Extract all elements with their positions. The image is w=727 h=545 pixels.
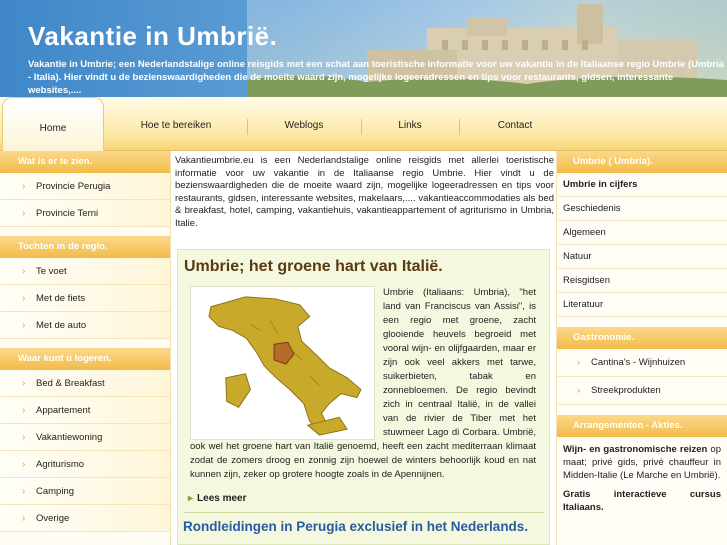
sidebar-item-label: Camping [36, 486, 75, 497]
sidebar-item-label: Met de auto [36, 320, 87, 331]
sidebar-heading-gastronomie: Gastronomie. [557, 327, 727, 349]
sidebar-item-cantinas[interactable]: › Cantina's - Wijnhuizen [557, 349, 727, 377]
read-more-link[interactable]: ▸ Lees meer [188, 493, 247, 504]
intro-text: Vakantieumbrie.eu is een Nederlandstalig… [175, 155, 554, 229]
sidebar-item-label: Overige [36, 513, 70, 524]
sidebar-item-label: Bed & Breakfast [36, 378, 105, 389]
sidebar-item-label: Provincie Terni [36, 208, 99, 219]
arrangement-text[interactable]: Wijn- en gastronomische reizen op maat; … [557, 437, 727, 482]
chevron-right-icon: › [22, 181, 26, 192]
sidebar-item-umbrie-in-cijfers[interactable]: Umbrie in cijfers [557, 173, 727, 197]
chevron-right-icon: › [22, 459, 26, 470]
sidebar-item-label: Te voet [36, 266, 67, 277]
nav-hoe-te-bereiken[interactable]: Hoe te bereiken [110, 114, 242, 138]
main-navigation: Home Hoe te bereiken Weblogs Links Conta… [0, 97, 727, 151]
right-sidebar: Umbrie ( Umbria). Umbrie in cijfers Gesc… [556, 151, 727, 545]
sidebar-heading-umbrie: Umbrie ( Umbria). [557, 151, 727, 173]
chevron-right-icon: › [577, 385, 581, 396]
chevron-right-icon: › [22, 513, 26, 524]
sidebar-item-natuur[interactable]: Natuur [557, 245, 727, 269]
sidebar-item-overige[interactable]: › Overige [0, 505, 170, 532]
arrow-icon: ▸ [188, 493, 194, 504]
chevron-right-icon: › [22, 320, 26, 331]
sidebar-item-streekprodukten[interactable]: › Streekprodukten [557, 377, 727, 405]
site-tagline: Vakantie in Umbrie; een Nederlandstalige… [28, 59, 724, 96]
left-sidebar: Wat is er te zien. › Provincie Perugia › P… [0, 151, 171, 545]
perugia-tours-heading[interactable]: Rondleidingen in Perugia exclusief in he… [183, 519, 528, 534]
chevron-right-icon: › [22, 266, 26, 277]
italian-course-text[interactable]: Gratis interactieve cursus Italiaans. [557, 482, 727, 514]
divider [184, 512, 544, 513]
sidebar-item-te-voet[interactable]: › Te voet [0, 258, 170, 285]
nav-divider [247, 119, 248, 135]
sidebar-item-literatuur[interactable]: Literatuur [557, 293, 727, 317]
chevron-right-icon: › [22, 432, 26, 443]
page-heading: Umbrie; het groene hart van Italië. [184, 258, 443, 275]
sidebar-item-met-de-auto[interactable]: › Met de auto [0, 312, 170, 339]
sidebar-item-label: Appartement [36, 405, 91, 416]
sidebar-item-vakantiewoning[interactable]: › Vakantiewoning [0, 424, 170, 451]
umbria-description: Umbrie (Italiaans: Umbria), "het land va… [190, 286, 536, 482]
sidebar-item-reisgidsen[interactable]: Reisgidsen [557, 269, 727, 293]
sidebar-item-camping[interactable]: › Camping [0, 478, 170, 505]
sidebar-item-label: Met de fiets [36, 293, 86, 304]
chevron-right-icon: › [577, 357, 581, 368]
chevron-right-icon: › [22, 405, 26, 416]
chevron-right-icon: › [22, 486, 26, 497]
sidebar-item-agriturismo[interactable]: › Agriturismo [0, 451, 170, 478]
sidebar-item-provincie-perugia[interactable]: › Provincie Perugia [0, 173, 170, 200]
sidebar-item-label: Agriturismo [36, 459, 85, 470]
chevron-right-icon: › [22, 208, 26, 219]
nav-divider [459, 119, 460, 135]
sidebar-item-label: Provincie Perugia [36, 181, 111, 192]
sidebar-item-label: Vakantiewoning [36, 432, 103, 443]
chevron-right-icon: › [22, 293, 26, 304]
sidebar-heading-arrangementen: Arrangementen - Akties. [557, 415, 727, 437]
sidebar-item-provincie-terni[interactable]: › Provincie Terni [0, 200, 170, 227]
sidebar-heading-logeren: Waar kunt u logeren. [0, 348, 170, 370]
sidebar-item-met-de-fiets[interactable]: › Met de fiets [0, 285, 170, 312]
read-more-label: Lees meer [197, 493, 247, 504]
nav-home[interactable]: Home [2, 97, 104, 151]
nav-links[interactable]: Links [364, 114, 456, 138]
nav-divider [361, 119, 362, 135]
main-content: Vakantieumbrie.eu is een Nederlandstalig… [171, 151, 556, 545]
sidebar-item-appartement[interactable]: › Appartement [0, 397, 170, 424]
site-title: Vakantie in Umbrië. [28, 21, 278, 51]
sidebar-item-algemeen[interactable]: Algemeen [557, 221, 727, 245]
italian-course-bold: Gratis interactieve cursus Italiaans. [563, 489, 721, 513]
sidebar-item-bed-breakfast[interactable]: › Bed & Breakfast [0, 370, 170, 397]
chevron-right-icon: › [22, 378, 26, 389]
sidebar-item-label: Streekprodukten [591, 385, 661, 396]
arrangement-bold: Wijn- en gastronomische reizen [563, 444, 708, 455]
sidebar-item-label: Cantina's - Wijnhuizen [591, 357, 686, 368]
nav-weblogs[interactable]: Weblogs [250, 114, 358, 138]
sidebar-heading-tochten: Tochten in de regio. [0, 236, 170, 258]
sidebar-heading-wat-is-er-te-zien: Wat is er te zien. [0, 151, 170, 173]
nav-contact[interactable]: Contact [462, 114, 568, 138]
sidebar-item-geschiedenis[interactable]: Geschiedenis [557, 197, 727, 221]
site-header: Vakantie in Umbrië. Vakantie in Umbrie; … [0, 0, 727, 97]
content-panel: Umbrie; het groene hart van Italië. Umbr… [177, 249, 550, 545]
